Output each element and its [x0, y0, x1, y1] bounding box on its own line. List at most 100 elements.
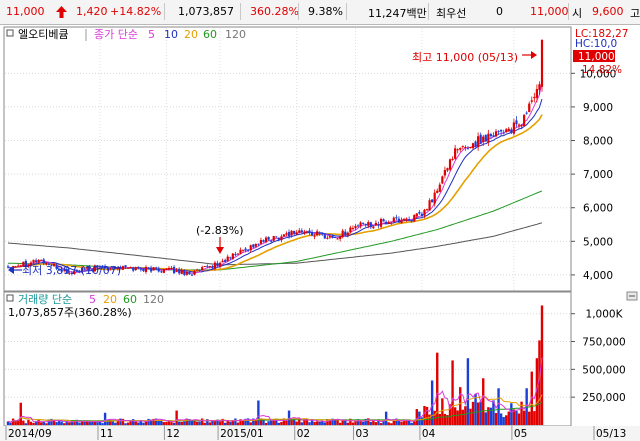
candle-body — [454, 148, 457, 159]
candle-body — [425, 209, 429, 211]
volume-bar — [103, 412, 107, 425]
candle-body — [195, 269, 199, 271]
pref-label: 최우선 — [436, 7, 467, 20]
time-tick-label: 12 — [166, 428, 179, 440]
candle-body — [193, 271, 196, 275]
volume-bar — [441, 398, 444, 425]
candle-body — [512, 122, 515, 134]
vol-ma20-legend: 20 — [103, 293, 117, 306]
candle-body — [308, 230, 311, 234]
candle-body — [400, 219, 403, 224]
volume-bar — [63, 423, 66, 425]
candle-body — [349, 227, 352, 233]
volume-bar — [315, 421, 319, 425]
candle-body — [502, 132, 505, 134]
candle-body — [523, 114, 526, 127]
volume-bar — [474, 393, 477, 425]
price-tick-label: 6,000 — [583, 203, 613, 215]
stock-chart[interactable]: 4,0005,0006,0007,0008,0009,00010,000 엘오티… — [0, 25, 640, 441]
volume-bar — [502, 417, 505, 425]
candle-body — [310, 231, 314, 236]
volume-bar — [338, 422, 342, 425]
candle-body — [390, 222, 393, 224]
volume-menu-icon[interactable] — [6, 294, 14, 302]
volume-bar — [22, 420, 25, 425]
candle-body — [321, 233, 324, 235]
candle-body — [183, 270, 186, 275]
candle-body — [497, 130, 500, 132]
volume-bar — [420, 417, 424, 425]
candle-body — [474, 141, 477, 147]
candle-body — [17, 265, 20, 267]
candle-body — [213, 262, 217, 269]
volume-ratio: 360.28% — [250, 5, 299, 18]
candle-body — [303, 231, 306, 234]
volume-bar — [142, 422, 145, 425]
volume-bar — [147, 418, 150, 425]
candle-body — [178, 269, 181, 274]
candle-body — [40, 259, 43, 261]
volume-bar — [499, 413, 503, 425]
price-panel-header: 엘오티베큠 종가 단순 5 10 20 60 120 — [6, 28, 246, 41]
volume-text: 1,073,857주(360.28%) — [8, 306, 132, 319]
volume-bar — [287, 410, 291, 425]
candle-body — [405, 218, 408, 220]
volume-bar — [372, 420, 375, 425]
candle-body — [520, 124, 523, 127]
candle-body — [464, 146, 467, 148]
candle-body — [280, 236, 283, 241]
volume-bar — [57, 421, 61, 425]
time-axis[interactable] — [0, 426, 640, 441]
candle-body — [272, 236, 275, 241]
volume-bar — [236, 422, 240, 425]
candle-body — [395, 217, 398, 219]
candle-body — [351, 227, 355, 229]
candle-body — [201, 267, 204, 271]
candle-body — [165, 268, 168, 270]
candle-body — [226, 256, 229, 262]
volume-bar — [461, 409, 464, 425]
candle-body — [295, 232, 298, 235]
volume-bar — [175, 410, 178, 425]
candle-body — [277, 237, 280, 240]
stock-name[interactable]: 엘오티베큠 — [18, 28, 69, 41]
candle-body — [402, 218, 406, 220]
candle-body — [433, 192, 436, 204]
candle-body — [162, 269, 165, 273]
candle-body — [420, 213, 424, 217]
candle-body — [236, 253, 240, 255]
volume-bar — [45, 423, 48, 425]
volume-bar — [384, 411, 388, 425]
candle-body — [252, 244, 255, 248]
candle-body — [510, 129, 513, 133]
open-label: 시 — [572, 7, 583, 20]
volume-bar — [137, 422, 140, 425]
high-label: 고 — [630, 7, 640, 20]
volume-bar — [436, 352, 439, 425]
price-tick-label: 8,000 — [583, 136, 613, 148]
pref-value: 0 — [496, 5, 503, 18]
candle-body — [448, 159, 452, 170]
panel-menu-icon[interactable] — [6, 29, 14, 37]
candle-body — [259, 240, 263, 244]
candle-body — [203, 266, 206, 268]
volume-bar — [165, 421, 168, 425]
candle-body — [341, 230, 344, 238]
candle-body — [346, 232, 349, 236]
candle-body — [469, 146, 472, 148]
candle-body — [32, 259, 35, 263]
volume-bar — [482, 378, 485, 425]
candle-body — [413, 215, 416, 222]
volume-bar — [425, 406, 429, 425]
volume-bar — [369, 421, 373, 425]
candle-body — [293, 230, 296, 234]
volume-bar — [32, 422, 35, 425]
candle-body — [298, 230, 301, 233]
time-tick-label: 05/13 — [596, 428, 626, 440]
change-annotation-text: (-2.83%) — [196, 224, 244, 237]
candle-body — [487, 133, 490, 143]
volume-bar — [517, 413, 521, 425]
volume-bar — [183, 421, 186, 425]
ma10-legend: 10 — [164, 28, 178, 41]
volume-bar — [126, 422, 130, 425]
